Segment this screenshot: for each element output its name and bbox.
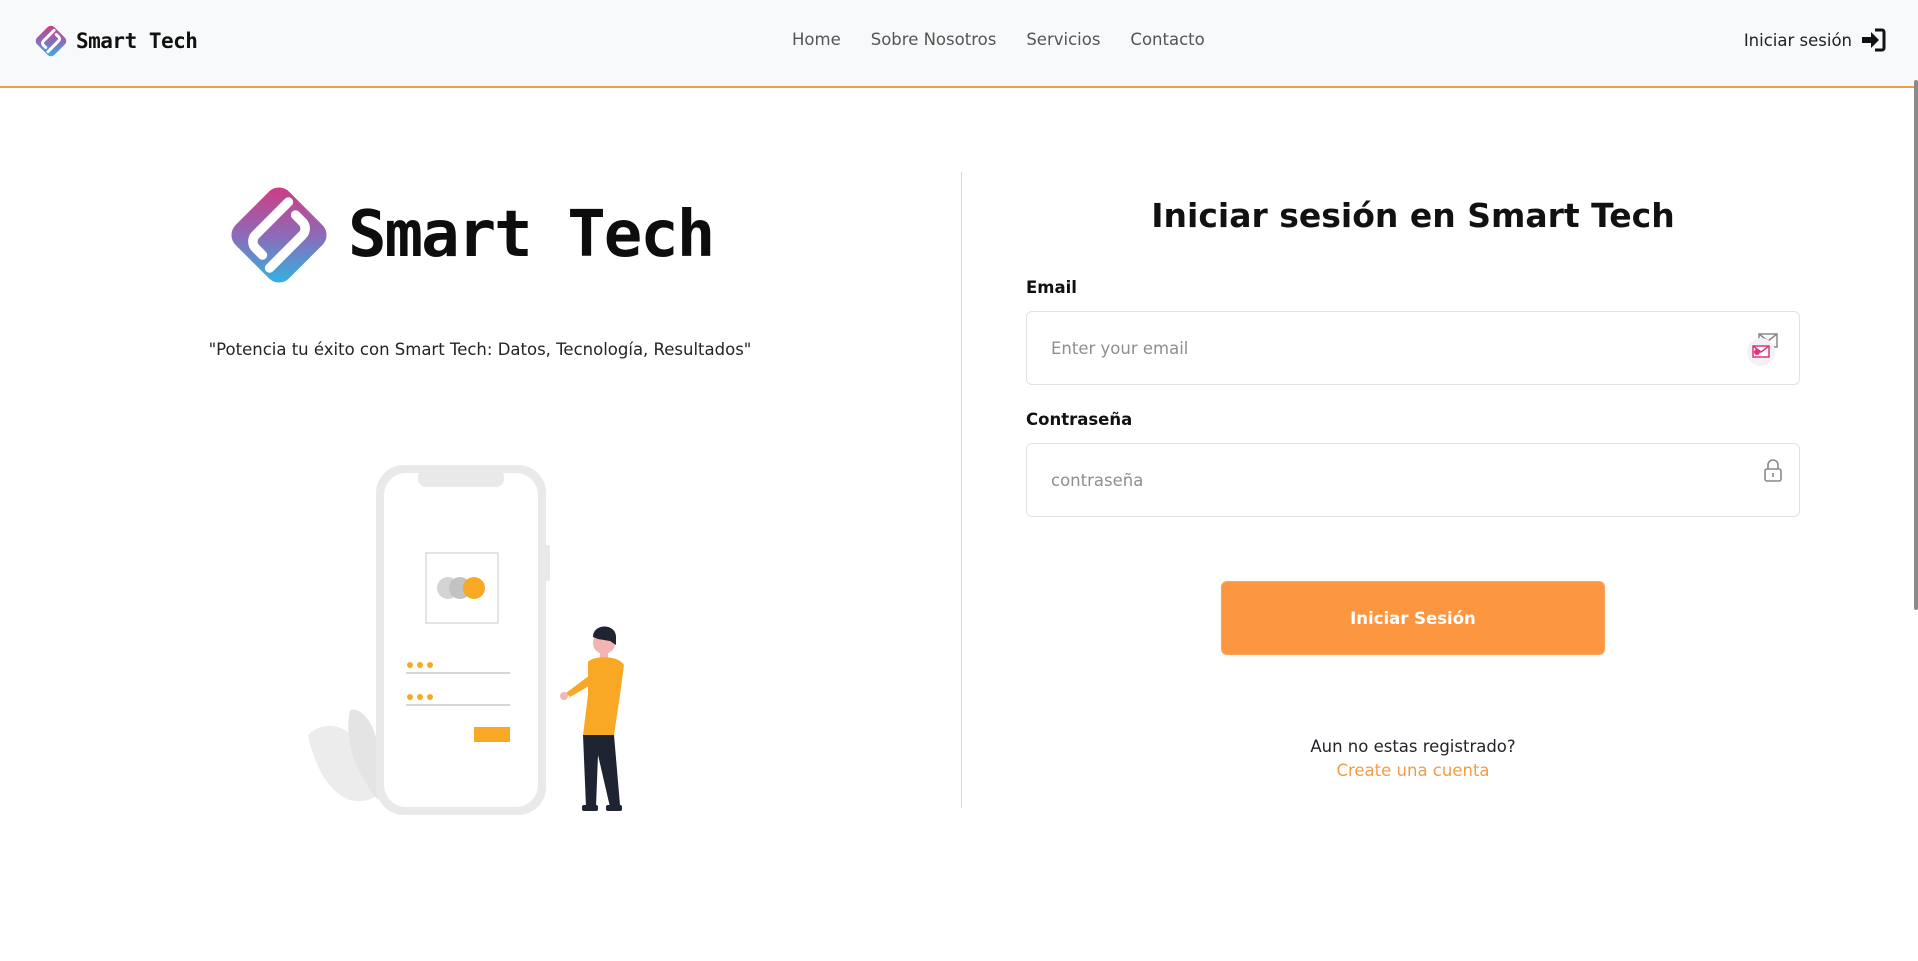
nav-link-home[interactable]: Home	[784, 30, 856, 49]
smart-tech-logo-icon	[35, 25, 67, 57]
create-account-link[interactable]: Create una cuenta	[1026, 761, 1800, 780]
mobile-login-illustration	[308, 465, 624, 815]
login-link[interactable]: Iniciar sesión	[1744, 28, 1886, 52]
tagline: "Potencia tu éxito con Smart Tech: Datos…	[208, 340, 752, 359]
password-input[interactable]	[1051, 444, 1731, 516]
email-input[interactable]	[1051, 312, 1731, 384]
navbar: Smart Tech Home Sobre Nosotros Servicios…	[0, 0, 1918, 88]
brand-name: Smart Tech	[76, 29, 198, 53]
panel-divider	[961, 172, 962, 808]
login-link-label: Iniciar sesión	[1743, 30, 1852, 50]
hero-logo: Smart Tech	[220, 176, 715, 294]
email-field[interactable]	[1026, 311, 1800, 385]
nav-link-contacto[interactable]: Contacto	[1115, 30, 1219, 49]
nav-link-sobre-nosotros[interactable]: Sobre Nosotros	[856, 30, 1012, 49]
login-title: Iniciar sesión en Smart Tech	[1151, 196, 1675, 235]
hero-brand-name: Smart Tech	[348, 198, 715, 272]
nav-links: Home Sobre Nosotros Servicios Contacto	[784, 30, 1220, 49]
lock-icon	[1764, 459, 1782, 482]
page-scrollbar[interactable]	[1914, 80, 1918, 610]
register-question: Aun no estas registrado?	[1310, 737, 1516, 756]
login-submit-button[interactable]: Iniciar Sesión	[1221, 581, 1605, 655]
nav-link-servicios[interactable]: Servicios	[1011, 30, 1115, 49]
email-label: Email	[1026, 278, 1077, 297]
password-label: Contraseña	[1026, 410, 1133, 429]
smart-tech-logo-icon	[231, 187, 327, 283]
mail-icon	[1747, 333, 1778, 366]
brand-logo[interactable]: Smart Tech	[32, 22, 198, 60]
sign-in-icon	[1862, 28, 1886, 52]
password-field[interactable]	[1026, 443, 1800, 517]
